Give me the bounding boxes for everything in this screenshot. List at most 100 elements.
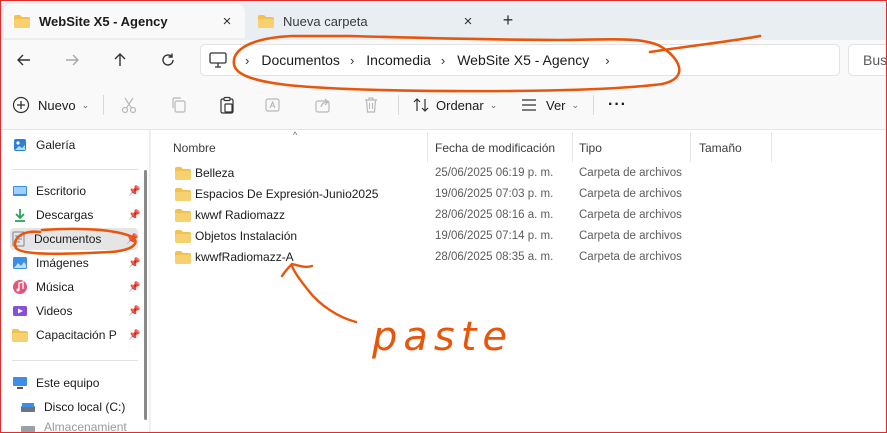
breadcrumb-incomedia[interactable]: Incomedia	[366, 52, 431, 68]
sidebar-divider	[12, 169, 138, 170]
cut-button[interactable]	[120, 93, 138, 117]
computer-icon	[209, 52, 227, 68]
sidebar-item-capacitacion[interactable]: Capacitación P 📌	[12, 324, 140, 346]
tab-strip: WebSite X5 - Agency × Nueva carpeta × +	[0, 0, 887, 40]
search-input[interactable]: Bus	[848, 44, 887, 76]
clipboard-icon	[220, 96, 234, 114]
file-name: Objetos Instalación	[195, 229, 298, 243]
sidebar-item-musica[interactable]: Música 📌	[12, 276, 140, 298]
tab-title: Nueva carpeta	[283, 13, 368, 29]
table-row[interactable]: Espacios De Expresión-Junio2025 19/06/20…	[171, 184, 871, 205]
close-tab-icon[interactable]: ×	[460, 13, 476, 30]
trash-icon	[365, 97, 377, 113]
sidebar-item-documentos[interactable]: Documentos 📌	[10, 228, 138, 250]
chevron-down-icon: ⌄	[489, 99, 498, 110]
table-row[interactable]: kwwf Radiomazz 28/06/2025 08:16 a. m. Ca…	[171, 205, 871, 226]
paste-button[interactable]	[218, 93, 236, 117]
sidebar-item-este-equipo[interactable]: Este equipo	[12, 372, 140, 394]
pin-icon[interactable]: 📌	[126, 234, 138, 245]
copy-button[interactable]	[170, 93, 188, 117]
chevron-down-icon: ⌄	[81, 99, 90, 110]
view-list-icon	[522, 99, 536, 111]
documents-icon	[10, 231, 26, 247]
sidebar-item-disco-local[interactable]: Disco local (C:)	[20, 396, 140, 418]
table-row[interactable]: Belleza 25/06/2025 06:19 p. m. Carpeta d…	[171, 163, 871, 184]
column-header-type[interactable]: Tipo	[579, 136, 602, 160]
breadcrumb-separator[interactable]: ›	[605, 53, 609, 68]
sidebar-item-videos[interactable]: Videos 📌	[12, 300, 140, 322]
sidebar-item-label: Capacitación P	[36, 328, 117, 342]
refresh-button[interactable]	[156, 48, 180, 72]
tab-nueva-carpeta[interactable]: Nueva carpeta ×	[248, 4, 486, 38]
folder-icon	[258, 14, 274, 28]
column-divider[interactable]	[690, 132, 691, 162]
pin-icon[interactable]: 📌	[128, 330, 140, 341]
folder-icon	[175, 167, 191, 180]
sidebar-item-label: Videos	[36, 304, 73, 318]
file-date: 28/06/2025 08:35 a. m.	[435, 251, 554, 263]
pin-icon[interactable]: 📌	[128, 282, 140, 293]
chevron-down-icon: ⌄	[571, 99, 580, 110]
breadcrumb-documentos[interactable]: Documentos	[261, 52, 340, 68]
pin-icon[interactable]: 📌	[128, 210, 140, 221]
sidebar-item-label: Almacenamient	[44, 420, 127, 433]
table-row[interactable]: kwwfRadiomazz-A 28/06/2025 08:35 a. m. C…	[171, 247, 871, 268]
column-header-date[interactable]: Fecha de modificación	[435, 136, 555, 160]
sidebar-item-label: Documentos	[34, 232, 102, 246]
breadcrumb-separator: ›	[245, 52, 250, 68]
copy-icon	[172, 97, 186, 113]
sort-button[interactable]: Ordenar ⌄	[412, 93, 497, 117]
share-button[interactable]	[314, 93, 332, 117]
refresh-icon	[162, 53, 174, 66]
breadcrumb-website-x5-agency[interactable]: WebSite X5 - Agency	[457, 52, 589, 68]
close-tab-icon[interactable]: ×	[219, 13, 235, 30]
table-row[interactable]: Objetos Instalación 19/06/2025 07:14 p. …	[171, 226, 871, 247]
up-button[interactable]	[108, 48, 132, 72]
forward-button[interactable]	[60, 48, 84, 72]
view-button[interactable]: Ver ⌄	[520, 93, 579, 117]
column-header-size[interactable]: Tamaño	[699, 136, 742, 160]
sidebar-item-label: Descargas	[36, 208, 94, 222]
sort-icon	[413, 98, 429, 112]
new-tab-button[interactable]: +	[497, 9, 519, 31]
navigation-pane: Galería Escritorio 📌 Descargas 📌 Documen…	[0, 130, 150, 433]
pin-icon[interactable]: 📌	[128, 306, 140, 317]
more-options-button[interactable]: ···	[608, 93, 627, 117]
breadcrumb-separator[interactable]: ›	[350, 53, 354, 68]
plus-circle-icon	[12, 96, 30, 114]
column-header-name[interactable]: Nombre	[173, 136, 216, 160]
folder-icon	[175, 230, 191, 243]
desktop-icon	[12, 183, 28, 199]
pin-icon[interactable]: 📌	[128, 258, 140, 269]
sidebar-item-escritorio[interactable]: Escritorio 📌	[12, 180, 140, 202]
file-list: ^ Nombre Fecha de modificación Tipo Tama…	[151, 130, 887, 433]
address-bar[interactable]: › Documentos › Incomedia › WebSite X5 - …	[200, 44, 840, 76]
column-divider[interactable]	[771, 132, 772, 162]
column-divider[interactable]	[572, 132, 573, 162]
sidebar-scrollbar[interactable]	[144, 170, 147, 420]
back-button[interactable]	[12, 48, 36, 72]
file-type: Carpeta de archivos	[579, 230, 682, 242]
breadcrumb-separator[interactable]: ›	[441, 53, 445, 68]
tab-website-x5-agency[interactable]: WebSite X5 - Agency ×	[4, 4, 245, 38]
file-name: Espacios De Expresión-Junio2025	[195, 187, 379, 201]
toolbar-divider	[593, 95, 594, 115]
sidebar-item-imagenes[interactable]: Imágenes 📌	[12, 252, 140, 274]
sidebar-item-almacenamiento[interactable]: Almacenamient	[20, 420, 140, 433]
rename-button[interactable]	[264, 93, 282, 117]
file-type: Carpeta de archivos	[579, 209, 682, 221]
toolbar-divider	[103, 95, 104, 115]
command-bar: Nuevo ⌄ Ordenar ⌄ Ver ⌄ ···	[0, 80, 887, 130]
delete-button[interactable]	[362, 93, 380, 117]
file-name: kwwfRadiomazz-A	[195, 250, 294, 264]
new-label: Nuevo	[38, 97, 76, 113]
pin-icon[interactable]: 📌	[128, 186, 140, 197]
sidebar-item-galeria[interactable]: Galería	[12, 134, 140, 156]
arrow-up-icon	[114, 53, 126, 66]
gallery-icon	[12, 137, 28, 153]
toolbar-divider	[398, 95, 399, 115]
sidebar-item-descargas[interactable]: Descargas 📌	[12, 204, 140, 226]
column-divider[interactable]	[427, 132, 428, 162]
tab-title: WebSite X5 - Agency	[39, 13, 168, 29]
new-button[interactable]: Nuevo ⌄	[12, 93, 89, 117]
